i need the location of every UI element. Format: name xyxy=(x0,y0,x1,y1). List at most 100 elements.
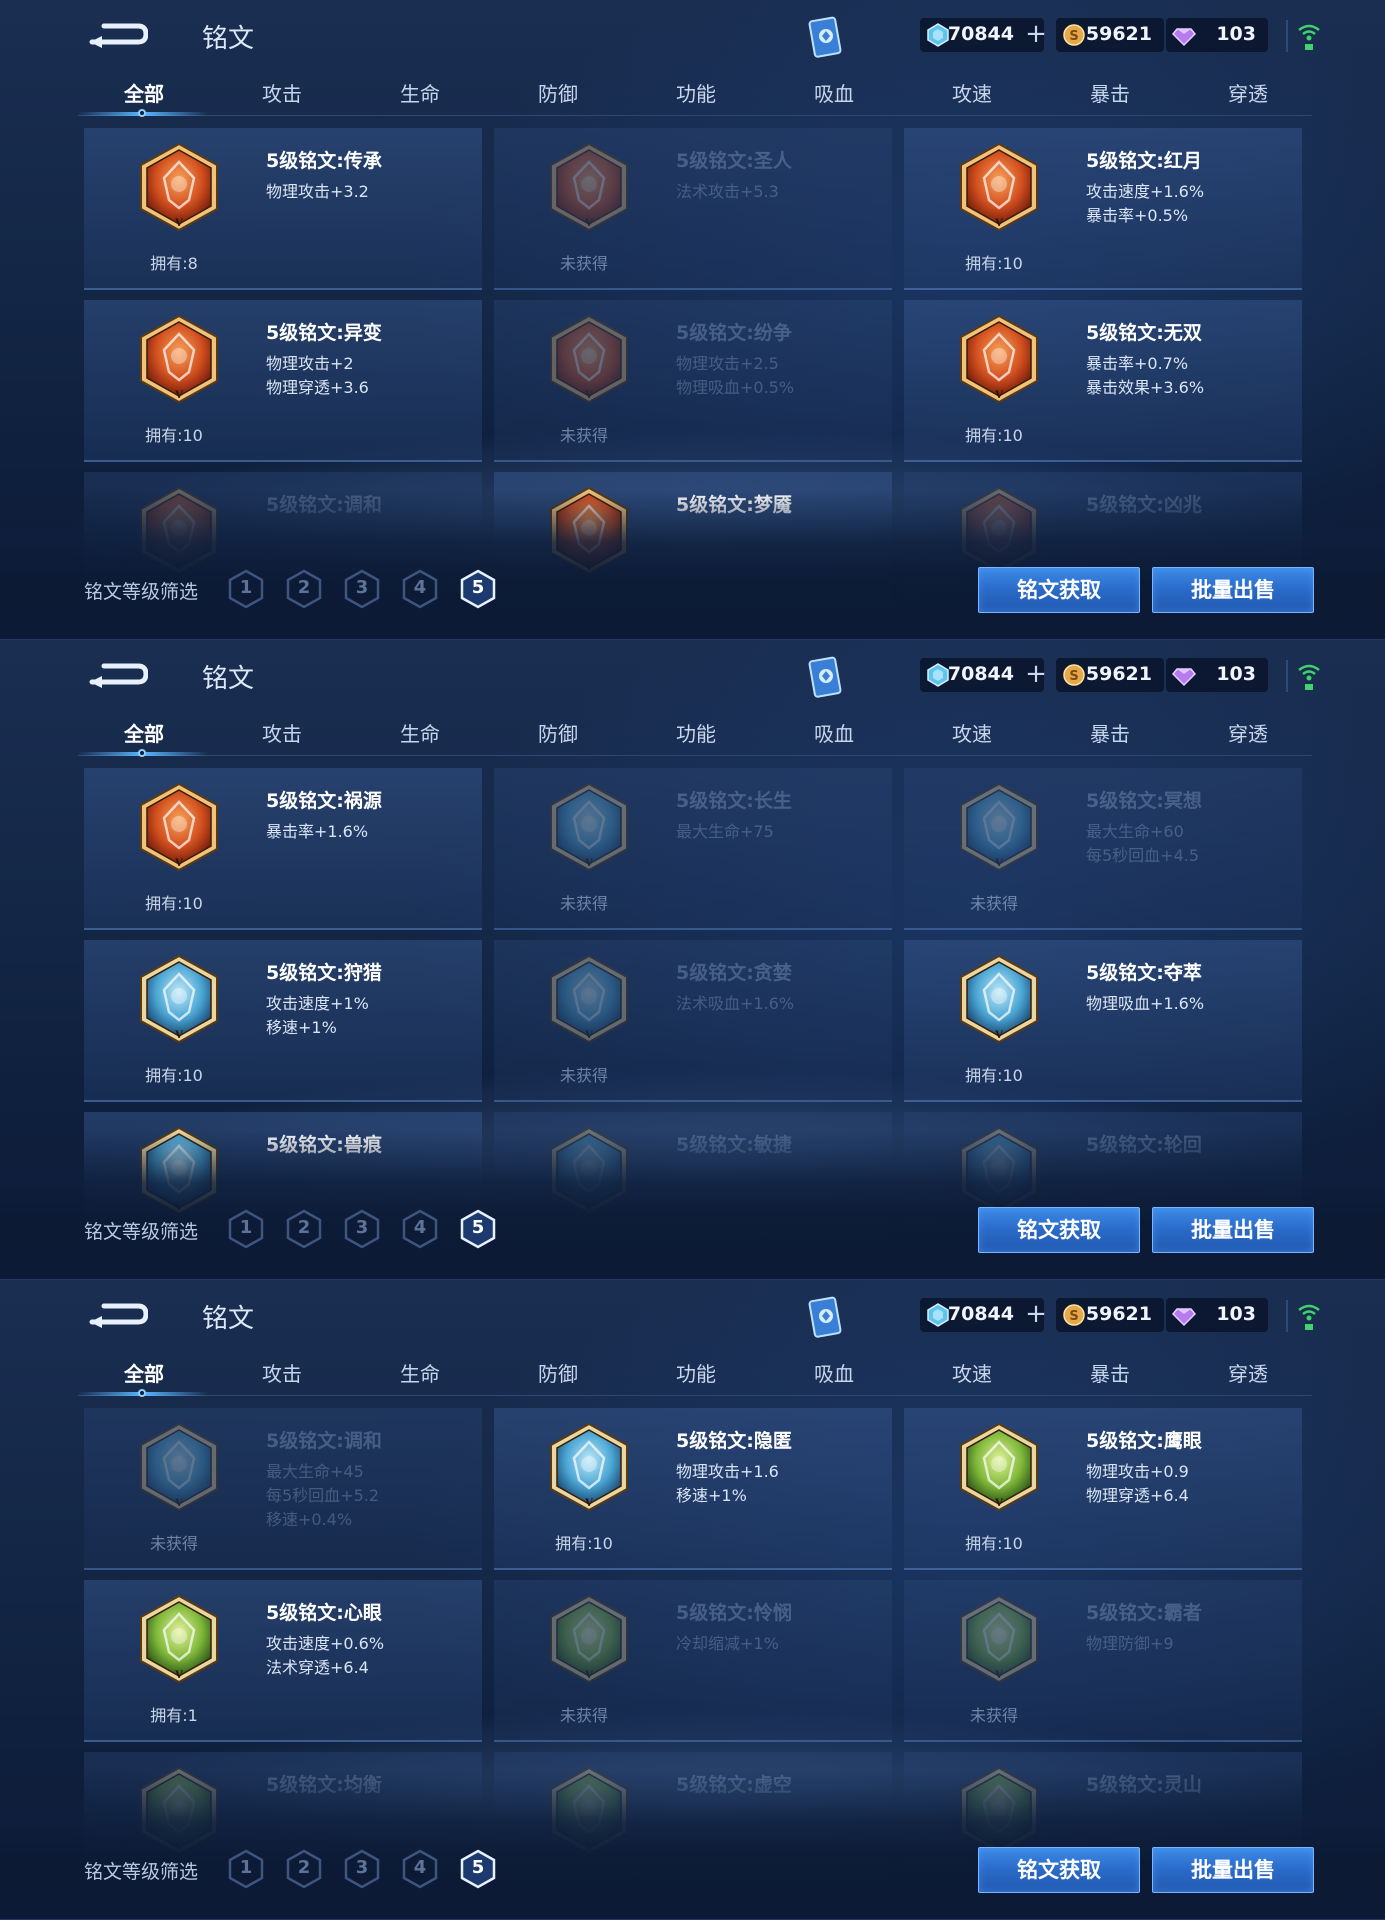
rune-card[interactable]: V 5级铭文:异变 物理攻击+2 物理穿透+3.6 拥有:10 xyxy=(84,300,482,462)
rune-get-button[interactable]: 铭文获取 xyxy=(978,1847,1140,1893)
tab-7[interactable]: 暴击 xyxy=(1070,78,1150,107)
tab-2[interactable]: 生命 xyxy=(380,718,460,747)
level-filter-5[interactable]: 5 xyxy=(458,1849,498,1889)
rune-card[interactable]: V 5级铭文:夺萃 物理吸血+1.6% 拥有:10 xyxy=(904,940,1302,1102)
svg-text:V: V xyxy=(584,1670,593,1681)
add-diamond-button[interactable]: + xyxy=(1022,661,1050,689)
tab-6[interactable]: 攻速 xyxy=(932,718,1012,747)
rune-name: 5级铭文:异变 xyxy=(266,322,382,344)
level-filter-2[interactable]: 2 xyxy=(284,569,324,609)
tab-1[interactable]: 攻击 xyxy=(242,1358,322,1387)
svg-text:V: V xyxy=(174,218,183,229)
rune-card[interactable]: V 5级铭文:调和 最大生命+45 每5秒回血+5.2 移速+0.4% 未获得 xyxy=(84,1408,482,1570)
tab-4[interactable]: 功能 xyxy=(656,78,736,107)
bulk-sell-button[interactable]: 批量出售 xyxy=(1152,1847,1314,1893)
rune-card[interactable]: V 5级铭文:冥想 最大生命+60 每5秒回血+4.5 未获得 xyxy=(904,768,1302,930)
rune-name: 5级铭文:祸源 xyxy=(266,790,382,812)
tab-2[interactable]: 生命 xyxy=(380,1358,460,1387)
tab-4[interactable]: 功能 xyxy=(656,1358,736,1387)
tab-7[interactable]: 暴击 xyxy=(1070,1358,1150,1387)
svg-text:V: V xyxy=(994,858,1003,869)
rune-stat: 冷却缩减+1% xyxy=(676,1634,779,1653)
tab-2[interactable]: 生命 xyxy=(380,78,460,107)
tab-0[interactable]: 全部 xyxy=(104,1358,184,1387)
level-filter-4[interactable]: 4 xyxy=(400,1209,440,1249)
tab-1[interactable]: 攻击 xyxy=(242,78,322,107)
level-filter-label: 铭文等级筛选 xyxy=(84,1861,199,1883)
rune-owned-count: 拥有:10 xyxy=(965,426,1023,445)
add-diamond-button[interactable]: + xyxy=(1022,1301,1050,1329)
rune-card[interactable]: V 5级铭文:鹰眼 物理攻击+0.9 物理穿透+6.4 拥有:10 xyxy=(904,1408,1302,1570)
level-filter-5[interactable]: 5 xyxy=(458,569,498,609)
page-title: 铭文 xyxy=(202,664,255,694)
tab-1[interactable]: 攻击 xyxy=(242,718,322,747)
tab-3[interactable]: 防御 xyxy=(518,718,598,747)
rune-stat: 暴击效果+3.6% xyxy=(1086,378,1205,397)
tab-4[interactable]: 功能 xyxy=(656,718,736,747)
tab-0[interactable]: 全部 xyxy=(104,718,184,747)
tab-3[interactable]: 防御 xyxy=(518,78,598,107)
rune-card[interactable]: V 5级铭文:长生 最大生命+75 未获得 xyxy=(494,768,892,930)
level-filter-1[interactable]: 1 xyxy=(226,1209,266,1249)
tab-5[interactable]: 吸血 xyxy=(794,718,874,747)
rune-card[interactable]: V 5级铭文:圣人 法术攻击+5.3 未获得 xyxy=(494,128,892,290)
active-tab-indicator xyxy=(138,109,146,117)
svg-text:V: V xyxy=(174,1498,183,1509)
purple-gem-icon xyxy=(1172,28,1196,47)
level-filter-3[interactable]: 3 xyxy=(342,569,382,609)
tab-6[interactable]: 攻速 xyxy=(932,78,1012,107)
back-arrow-icon[interactable] xyxy=(86,658,148,690)
rune-card[interactable]: V 5级铭文:传承 物理攻击+3.2 拥有:8 xyxy=(84,128,482,290)
tab-8[interactable]: 穿透 xyxy=(1208,1358,1288,1387)
rune-card[interactable]: V 5级铭文:红月 攻击速度+1.6% 暴击率+0.5% 拥有:10 xyxy=(904,128,1302,290)
rune-card[interactable]: V 5级铭文:狩猎 攻击速度+1% 移速+1% 拥有:10 xyxy=(84,940,482,1102)
rune-card[interactable]: V 5级铭文:霸者 物理防御+9 未获得 xyxy=(904,1580,1302,1742)
gold-balance: S 59621 xyxy=(1056,1298,1164,1332)
rune-get-button[interactable]: 铭文获取 xyxy=(978,567,1140,613)
level-filter-3[interactable]: 3 xyxy=(342,1849,382,1889)
rune-card[interactable]: V 5级铭文:隐匿 物理攻击+1.6 移速+1% 拥有:10 xyxy=(494,1408,892,1570)
rune-stat: 攻击速度+0.6% xyxy=(266,1634,385,1653)
rune-card[interactable]: V 5级铭文:贪婪 法术吸血+1.6% 未获得 xyxy=(494,940,892,1102)
tab-7[interactable]: 暴击 xyxy=(1070,718,1150,747)
level-filter-1[interactable]: 1 xyxy=(226,569,266,609)
rune-card[interactable]: V 5级铭文:纷争 物理攻击+2.5 物理吸血+0.5% 未获得 xyxy=(494,300,892,462)
rune-screen-2: 铭文 70844 + S 59621 103 全部 攻击 生命 防御 功能 吸血 攻速 暴击 穿透… xyxy=(0,640,1385,1280)
rune-name: 5级铭文:长生 xyxy=(676,790,792,812)
add-diamond-button[interactable]: + xyxy=(1022,21,1050,49)
category-tabs: 全部 攻击 生命 防御 功能 吸血 攻速 暴击 穿透 xyxy=(78,1352,1312,1396)
level-filter-2[interactable]: 2 xyxy=(284,1209,324,1249)
rune-card[interactable]: V 5级铭文:怜悯 冷却缩减+1% 未获得 xyxy=(494,1580,892,1742)
rune-owned-count: 未获得 xyxy=(149,1534,198,1553)
rune-get-button[interactable]: 铭文获取 xyxy=(978,1207,1140,1253)
rune-book-icon[interactable] xyxy=(808,1296,844,1338)
level-filter-5[interactable]: 5 xyxy=(458,1209,498,1249)
tab-0[interactable]: 全部 xyxy=(104,78,184,107)
tab-5[interactable]: 吸血 xyxy=(794,78,874,107)
tab-3[interactable]: 防御 xyxy=(518,1358,598,1387)
level-filter-4[interactable]: 4 xyxy=(400,1849,440,1889)
level-filter-3[interactable]: 3 xyxy=(342,1209,382,1249)
overlord-rune-icon: V xyxy=(958,1594,1040,1684)
rune-book-icon[interactable] xyxy=(808,16,844,58)
wifi-signal-icon xyxy=(1298,24,1320,50)
tab-6[interactable]: 攻速 xyxy=(932,1358,1012,1387)
back-arrow-icon[interactable] xyxy=(86,1298,148,1330)
tab-5[interactable]: 吸血 xyxy=(794,1358,874,1387)
diamond-icon xyxy=(927,1303,949,1327)
bulk-sell-button[interactable]: 批量出售 xyxy=(1152,567,1314,613)
rune-name: 5级铭文:狩猎 xyxy=(266,962,382,984)
level-filter-4[interactable]: 4 xyxy=(400,569,440,609)
rune-card[interactable]: V 5级铭文:祸源 暴击率+1.6% 拥有:10 xyxy=(84,768,482,930)
rune-book-icon[interactable] xyxy=(808,656,844,698)
rune-card[interactable]: V 5级铭文:心眼 攻击速度+0.6% 法术穿透+6.4 拥有:1 xyxy=(84,1580,482,1742)
level-filter-2[interactable]: 2 xyxy=(284,1849,324,1889)
tab-8[interactable]: 穿透 xyxy=(1208,718,1288,747)
level-filter-1[interactable]: 1 xyxy=(226,1849,266,1889)
bulk-sell-button[interactable]: 批量出售 xyxy=(1152,1207,1314,1253)
rune-card[interactable]: V 5级铭文:无双 暴击率+0.7% 暴击效果+3.6% 拥有:10 xyxy=(904,300,1302,462)
level-number: 5 xyxy=(471,577,485,598)
rune-owned-count: 未获得 xyxy=(559,254,608,273)
back-arrow-icon[interactable] xyxy=(86,18,148,50)
tab-8[interactable]: 穿透 xyxy=(1208,78,1288,107)
